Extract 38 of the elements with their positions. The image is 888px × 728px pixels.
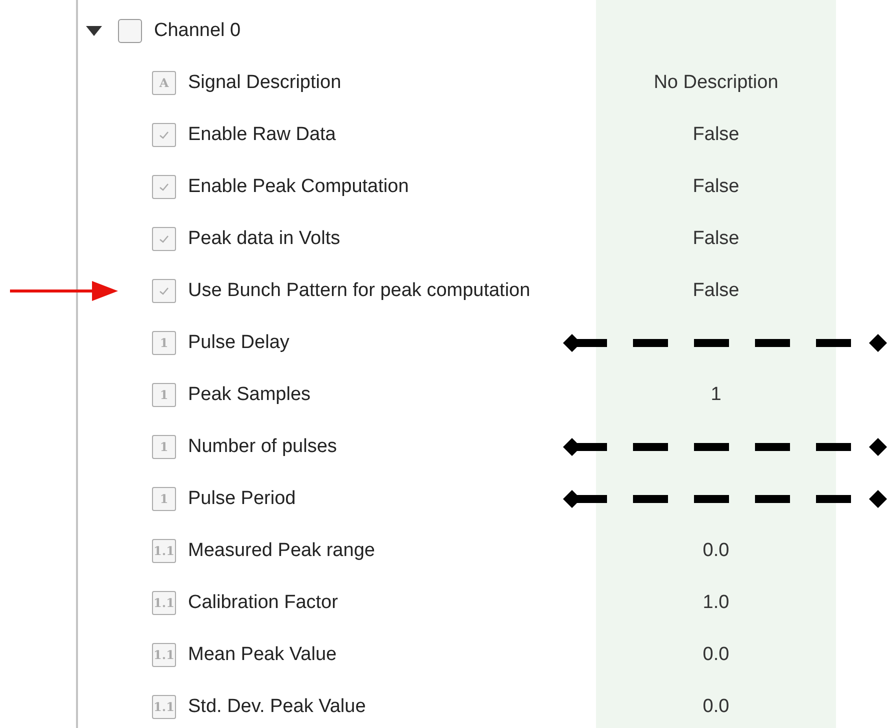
type-icon: 1.1 [152,643,176,667]
property-label[interactable]: Peak data in Volts [188,228,340,250]
type-icon: 1.1 [152,539,176,563]
type-icon: 1 [152,383,176,407]
checkmark-icon [152,227,176,251]
property-label[interactable]: Calibration Factor [188,592,338,614]
checkmark-icon [152,123,176,147]
property-value[interactable]: False [692,176,740,198]
type-icon: 1.1 [152,591,176,615]
checkbox[interactable] [118,19,142,43]
checkmark-icon [152,175,176,199]
property-label[interactable]: Number of pulses [188,436,337,458]
expand-triangle-icon[interactable] [86,26,102,36]
property-label[interactable]: Measured Peak range [188,540,375,562]
property-label[interactable]: Use Bunch Pattern for peak computation [188,280,530,302]
type-icon: 1 [152,487,176,511]
property-value[interactable]: False [692,280,740,302]
property-value[interactable]: False [692,124,740,146]
type-icon: 1 [152,435,176,459]
checkmark-icon [152,279,176,303]
property-value[interactable]: 0.0 [702,644,730,666]
property-label[interactable]: Pulse Delay [188,332,290,354]
property-label[interactable]: Std. Dev. Peak Value [188,696,366,718]
property-value[interactable]: 1 [710,384,722,406]
property-label[interactable]: Mean Peak Value [188,644,337,666]
property-value[interactable]: 1.0 [702,592,730,614]
type-icon: 1 [152,331,176,355]
property-label[interactable]: Peak Samples [188,384,311,406]
type-icon: A [152,71,176,95]
property-label[interactable]: Enable Raw Data [188,124,336,146]
property-value[interactable]: 0.0 [702,540,730,562]
property-value[interactable]: 0.0 [702,696,730,718]
property-value[interactable]: False [692,228,740,250]
property-label[interactable]: Enable Peak Computation [188,176,409,198]
property-label[interactable]: Pulse Period [188,488,296,510]
type-icon: 1.1 [152,695,176,719]
property-label[interactable]: Signal Description [188,72,342,94]
tree-item-label[interactable]: Channel 0 [154,20,241,42]
